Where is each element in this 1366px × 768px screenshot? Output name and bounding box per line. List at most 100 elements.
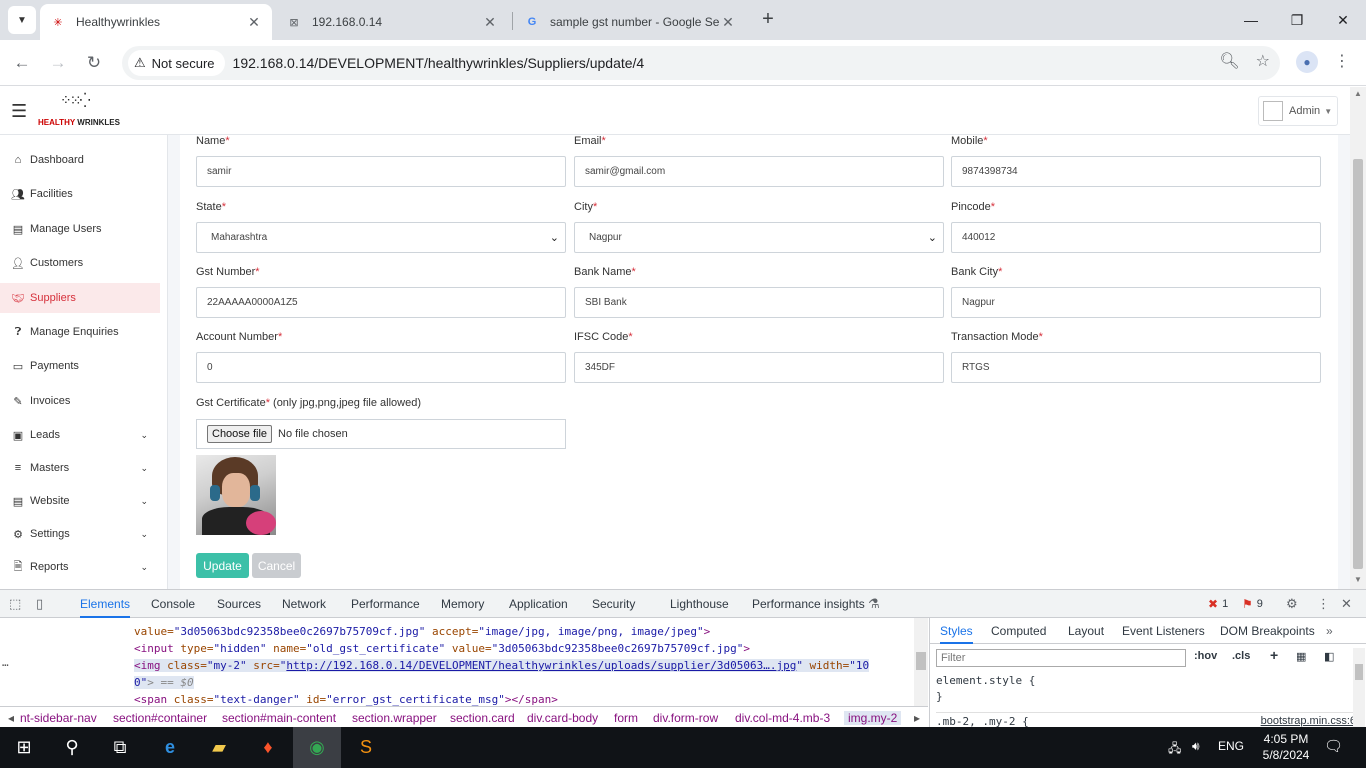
tab-console[interactable]: Console — [151, 590, 195, 618]
sidebar-item-dashboard[interactable]: ⌂ Dashboard — [0, 145, 160, 175]
sidebar-item-masters[interactable]: ≡ Masters ⌄ — [0, 453, 160, 483]
ie-taskbar-button[interactable]: e — [146, 727, 194, 768]
page-scrollbar[interactable]: ▲ ▼ — [1350, 87, 1366, 589]
breadcrumb[interactable]: section#main-content — [222, 711, 336, 725]
sidebar-item-payments[interactable]: ▭ Payments — [0, 351, 160, 381]
scrollbar-thumb[interactable] — [1355, 664, 1363, 680]
breadcrumb[interactable]: div.form-row — [653, 711, 718, 725]
chrome-taskbar-button[interactable]: ◉ — [293, 727, 341, 768]
explorer-taskbar-button[interactable]: ▰ — [195, 727, 243, 768]
breadcrumb[interactable]: form — [614, 711, 638, 725]
email-input[interactable]: samir@gmail.com — [574, 156, 944, 187]
volume-icon[interactable]: 🔊︎ — [1192, 739, 1200, 754]
scrollbar-thumb[interactable] — [916, 652, 926, 670]
zoom-icon[interactable]: 🔍︎ — [1219, 51, 1239, 71]
restore-button[interactable]: ❐ — [1274, 8, 1320, 32]
minimize-button[interactable]: — — [1228, 8, 1274, 32]
device-toolbar-icon[interactable]: ▯ — [36, 596, 43, 612]
dom-line-selected[interactable]: 0"> == $0 — [134, 676, 194, 689]
forward-button[interactable]: → — [45, 50, 71, 76]
new-tab-button[interactable]: + — [757, 8, 779, 30]
scroll-down-icon[interactable]: ▼ — [1354, 575, 1362, 584]
tab-elements[interactable]: Elements — [80, 590, 131, 618]
warning-count-badge[interactable]: ⚑ 9 — [1242, 597, 1263, 611]
hov-toggle[interactable]: :hov — [1194, 650, 1217, 662]
brave-taskbar-button[interactable]: ♦ — [244, 727, 292, 768]
sublime-taskbar-button[interactable]: S — [342, 727, 390, 768]
element-style-rule[interactable]: element.style { — [936, 674, 1035, 687]
breadcrumb[interactable]: div.card-body — [527, 711, 598, 725]
dom-tree[interactable]: … value="3d05063bdc92358bee0c2697b75709c… — [0, 618, 928, 706]
cls-toggle[interactable]: .cls — [1232, 650, 1250, 662]
sidebar-item-suppliers[interactable]: 🤝︎ Suppliers — [0, 283, 160, 313]
back-button[interactable]: ← — [9, 50, 35, 76]
bookmark-star-icon[interactable]: ☆ — [1256, 51, 1270, 71]
more-tabs-icon[interactable]: » — [1326, 618, 1333, 644]
tab-network[interactable]: Network — [282, 590, 326, 618]
inspect-element-icon[interactable]: ⬚ — [9, 596, 21, 612]
certificate-file-input[interactable]: Choose file No file chosen — [196, 419, 566, 449]
address-bar[interactable]: ⚠ Not secure 192.168.0.14/DEVELOPMENT/he… — [122, 46, 1280, 80]
tab-lighthouse[interactable]: Lighthouse — [670, 590, 729, 618]
tab-layout[interactable]: Layout — [1068, 618, 1104, 644]
gst-number-input[interactable]: 22AAAAA0000A1Z5 — [196, 287, 566, 318]
sidebar-item-facilities[interactable]: 👥︎ Facilities — [0, 179, 160, 209]
security-chip[interactable]: ⚠ Not secure — [128, 50, 225, 76]
breadcrumb[interactable]: section.wrapper — [352, 711, 437, 725]
transaction-mode-input[interactable]: RTGS — [951, 352, 1321, 383]
breadcrumb-selected[interactable]: img.my-2 — [844, 711, 902, 725]
rule-source-link[interactable]: bootstrap.min.css:6 — [1261, 715, 1356, 727]
close-tab-icon[interactable]: ✕ — [246, 14, 262, 31]
reload-button[interactable]: ↻ — [81, 50, 107, 76]
bootstrap-rule[interactable]: .mb-2, .my-2 {bootstrap.min.css:6 — [936, 712, 1356, 728]
breadcrumb[interactable]: nt-sidebar-nav — [20, 711, 97, 725]
browser-tab-google[interactable]: G sample gst number - Google Se ✕ — [514, 4, 746, 40]
search-button[interactable]: ⚲ — [48, 727, 96, 768]
dom-line-selected[interactable]: <img class="my-2" src="http://192.168.0.… — [134, 659, 870, 672]
account-number-input[interactable]: 0 — [196, 352, 566, 383]
choose-file-button[interactable]: Choose file — [207, 425, 273, 443]
sidebar-item-invoices[interactable]: ✎ Invoices — [0, 386, 160, 416]
state-select[interactable]: Maharashtra ⌄ — [196, 222, 566, 253]
update-button[interactable]: Update — [196, 553, 249, 578]
sidebar-item-leads[interactable]: ▣ Leads ⌄ — [0, 420, 160, 450]
language-indicator[interactable]: ENG — [1218, 739, 1244, 753]
sidebar-toggle-icon[interactable]: ◧ — [1324, 650, 1334, 663]
browser-menu-icon[interactable]: ⋮ — [1334, 51, 1350, 71]
new-style-rule-icon[interactable]: + — [1270, 647, 1278, 663]
sidebar-item-website[interactable]: ▤ Website ⌄ — [0, 486, 160, 516]
scroll-up-icon[interactable]: ▲ — [1354, 89, 1362, 98]
profile-avatar-icon[interactable]: ● — [1296, 51, 1318, 73]
tab-memory[interactable]: Memory — [441, 590, 484, 618]
sidebar-item-manage-users[interactable]: ▤ Manage Users — [0, 214, 160, 244]
gear-icon[interactable]: ⚙ — [1286, 596, 1298, 612]
breadcrumb[interactable]: section.card — [450, 711, 515, 725]
sidebar-item-reports[interactable]: 🗎 Reports ⌄ — [0, 552, 160, 582]
close-tab-icon[interactable]: ✕ — [720, 14, 736, 31]
more-options-icon[interactable]: ⋮ — [1317, 596, 1330, 612]
logo[interactable]: ⁘⁙⁛ HEALTHY WRINKLES — [38, 92, 120, 132]
dom-line[interactable]: <input type="hidden" name="old_gst_certi… — [134, 642, 750, 655]
sidebar-item-manage-enquiries[interactable]: ❓︎ Manage Enquiries — [0, 317, 160, 347]
styles-scrollbar[interactable] — [1353, 648, 1365, 728]
browser-tab-healthywrinkles[interactable]: ✳ Healthywrinkles ✕ — [40, 4, 272, 40]
start-button[interactable]: ⊞ — [0, 727, 48, 768]
browser-tab-ip[interactable]: ⊠ 192.168.0.14 ✕ — [276, 4, 508, 40]
tab-performance[interactable]: Performance — [351, 590, 420, 618]
tab-search-button[interactable]: ▼ — [8, 6, 36, 34]
city-select[interactable]: Nagpur ⌄ — [574, 222, 944, 253]
bank-city-input[interactable]: Nagpur — [951, 287, 1321, 318]
dom-line[interactable]: value="3d05063bdc92358bee0c2697b75709cf.… — [134, 625, 710, 638]
ellipsis-icon[interactable]: … — [2, 656, 9, 669]
name-input[interactable]: samir — [196, 156, 566, 187]
sidebar-item-customers[interactable]: 👤︎ Customers — [0, 248, 160, 278]
close-devtools-icon[interactable]: ✕ — [1341, 596, 1352, 612]
system-clock[interactable]: 4:05 PM 5/8/2024 — [1256, 731, 1316, 763]
dom-tree-scrollbar[interactable] — [914, 618, 928, 706]
ifsc-code-input[interactable]: 345DF — [574, 352, 944, 383]
crumb-scroll-right-icon[interactable]: ▸ — [914, 711, 920, 725]
pincode-input[interactable]: 440012 — [951, 222, 1321, 253]
error-count-badge[interactable]: ✖ 1 — [1208, 597, 1228, 611]
close-tab-icon[interactable]: ✕ — [482, 14, 498, 31]
tab-sources[interactable]: Sources — [217, 590, 261, 618]
